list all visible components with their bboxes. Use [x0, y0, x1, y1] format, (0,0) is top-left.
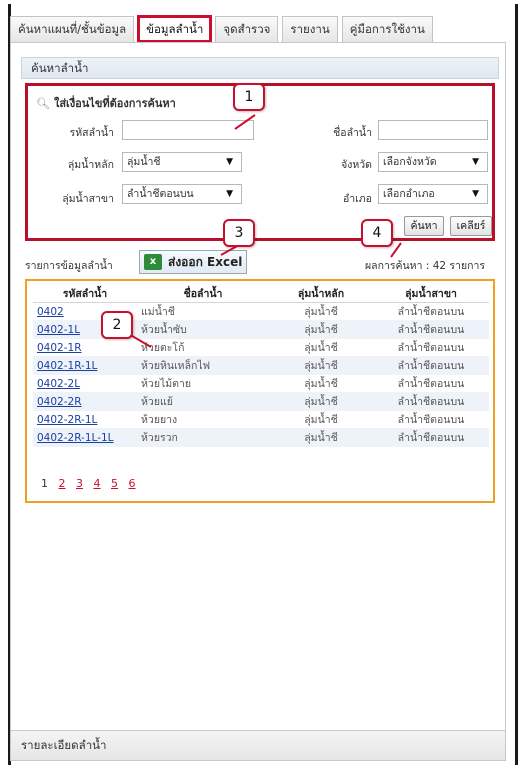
- sub-basin-cell: ลำน้ำชีตอนบน: [373, 356, 489, 375]
- chevron-down-icon: ▼: [226, 189, 233, 199]
- river-code-link[interactable]: 0402-2L: [33, 374, 137, 393]
- page-link[interactable]: 4: [94, 477, 101, 490]
- river-code-label: รหัสลำน้ำ: [69, 127, 114, 139]
- sub-basin-select[interactable]: ลำน้ำชีตอนบน ▼: [122, 184, 242, 204]
- province-value: เลือกจังหวัด: [383, 156, 437, 168]
- column-header[interactable]: ลุ่มน้ำสาขา: [373, 285, 489, 303]
- river-name-cell: ห้วยไม้ตาย: [137, 374, 269, 393]
- page-link[interactable]: 6: [129, 477, 136, 490]
- detail-bar[interactable]: รายละเอียดลำน้ำ: [11, 730, 505, 760]
- sub-basin-value: ลำน้ำชีตอนบน: [127, 188, 194, 200]
- callout-badge-1: 1: [233, 83, 265, 111]
- result-count: ผลการค้นหา : 42 รายการ: [365, 260, 485, 272]
- sub-basin-cell: ลำน้ำชีตอนบน: [373, 374, 489, 393]
- page-link[interactable]: 3: [76, 477, 83, 490]
- province-label: จังหวัด: [341, 159, 372, 171]
- tab-map-search[interactable]: ค้นหาแผนที่/ชั้นข้อมูล: [10, 16, 135, 42]
- province-select[interactable]: เลือกจังหวัด ▼: [378, 152, 488, 172]
- river-code-link[interactable]: 0402-2R-1L-1L: [33, 428, 137, 447]
- main-basin-cell: ลุ่มน้ำชี: [269, 320, 373, 339]
- column-header[interactable]: ชื่อลำน้ำ: [137, 285, 269, 303]
- district-value: เลือกอำเภอ: [383, 188, 435, 200]
- chevron-down-icon: ▼: [226, 157, 233, 167]
- table-row[interactable]: 0402-2L ห้วยไม้ตาย ลุ่มน้ำชี ลำน้ำชีตอนบ…: [33, 374, 489, 393]
- river-name-cell: ห้วยแย้: [137, 392, 269, 411]
- search-heading-text: ใส่เงื่อนไขที่ต้องการค้นหา: [53, 97, 176, 110]
- page-link[interactable]: 5: [111, 477, 118, 490]
- main-basin-select[interactable]: ลุ่มน้ำชี ▼: [122, 152, 242, 172]
- district-select[interactable]: เลือกอำเภอ ▼: [378, 184, 488, 204]
- results-table: รหัสลำน้ำ ชื่อลำน้ำ ลุ่มน้ำหลัก ลุ่มน้ำส…: [33, 285, 489, 447]
- search-heading: 🔍︎ ใส่เงื่อนไขที่ต้องการค้นหา: [36, 94, 176, 112]
- panel-title: ค้นหาลำน้ำ: [21, 57, 499, 79]
- main-basin-cell: ลุ่มน้ำชี: [269, 356, 373, 375]
- table-header-row: รหัสลำน้ำ ชื่อลำน้ำ ลุ่มน้ำหลัก ลุ่มน้ำส…: [33, 285, 489, 303]
- table-row[interactable]: 0402-2R-1L ห้วยยาง ลุ่มน้ำชี ลำน้ำชีตอนบ…: [33, 410, 489, 429]
- table-row[interactable]: 0402-2R ห้วยแย้ ลุ่มน้ำชี ลำน้ำชีตอนบน: [33, 392, 489, 411]
- sub-basin-cell: ลำน้ำชีตอนบน: [373, 320, 489, 339]
- river-code-link[interactable]: 0402-2R: [33, 392, 137, 411]
- page-link[interactable]: 2: [59, 477, 66, 490]
- river-name-label: ชื่อลำน้ำ: [333, 127, 372, 139]
- chevron-down-icon: ▼: [472, 189, 479, 199]
- tab-user-manual[interactable]: คู่มือการใช้งาน: [341, 16, 433, 42]
- river-name-cell: ห้วยยาง: [137, 410, 269, 429]
- main-tabs: ค้นหาแผนที่/ชั้นข้อมูล ข้อมูลลำน้ำ จุดสำ…: [10, 15, 433, 43]
- search-button[interactable]: ค้นหา: [404, 216, 444, 236]
- main-basin-cell: ลุ่มน้ำชี: [269, 428, 373, 447]
- callout-badge-2: 2: [101, 311, 133, 339]
- callout-badge-4: 4: [361, 219, 393, 247]
- main-basin-cell: ลุ่มน้ำชี: [269, 302, 373, 321]
- main-basin-value: ลุ่มน้ำชี: [127, 156, 161, 168]
- callout-badge-3: 3: [223, 219, 255, 247]
- river-name-cell: ห้วยตะโก้: [137, 338, 269, 357]
- river-name-cell: แม่น้ำชี: [137, 302, 269, 321]
- search-icon: 🔍︎: [36, 97, 50, 110]
- district-label: อำเภอ: [342, 193, 372, 205]
- river-code-link[interactable]: 0402-1R: [33, 338, 137, 357]
- river-name-cell: ห้วยรวก: [137, 428, 269, 447]
- main-basin-cell: ลุ่มน้ำชี: [269, 338, 373, 357]
- page-current: 1: [41, 477, 48, 490]
- callout-pointer-1: [234, 114, 256, 130]
- column-header[interactable]: ลุ่มน้ำหลัก: [269, 285, 373, 303]
- tab-reports[interactable]: รายงาน: [282, 16, 338, 42]
- sub-basin-cell: ลำน้ำชีตอนบน: [373, 410, 489, 429]
- table-row[interactable]: 0402-2R-1L-1L ห้วยรวก ลุ่มน้ำชี ลำน้ำชีต…: [33, 428, 489, 447]
- main-basin-cell: ลุ่มน้ำชี: [269, 374, 373, 393]
- river-code-link[interactable]: 0402-2R-1L: [33, 410, 137, 429]
- river-code-link[interactable]: 0402-1R-1L: [33, 356, 137, 375]
- river-name-input[interactable]: [378, 120, 488, 140]
- river-name-cell: ห้วยหินเหล็กไฟ: [137, 356, 269, 375]
- sub-basin-cell: ลำน้ำชีตอนบน: [373, 338, 489, 357]
- sub-basin-label: ลุ่มน้ำสาขา: [62, 193, 114, 205]
- tab-river-data[interactable]: ข้อมูลลำน้ำ: [137, 15, 213, 43]
- main-basin-label: ลุ่มน้ำหลัก: [67, 159, 114, 171]
- river-data-page: ค้นหาลำน้ำ 🔍︎ ใส่เงื่อนไขที่ต้องการค้นหา …: [10, 42, 506, 761]
- list-label: รายการข้อมูลลำน้ำ: [25, 260, 113, 272]
- pagination: 1 2 3 4 5 6: [41, 477, 143, 490]
- main-basin-cell: ลุ่มน้ำชี: [269, 392, 373, 411]
- table-row[interactable]: 0402-1R ห้วยตะโก้ ลุ่มน้ำชี ลำน้ำชีตอนบน: [33, 338, 489, 357]
- excel-icon: x: [144, 254, 162, 270]
- results-grid: รหัสลำน้ำ ชื่อลำน้ำ ลุ่มน้ำหลัก ลุ่มน้ำส…: [25, 279, 495, 503]
- tab-survey-points[interactable]: จุดสำรวจ: [215, 16, 279, 42]
- chevron-down-icon: ▼: [472, 157, 479, 167]
- river-name-cell: ห้วยน้ำซับ: [137, 320, 269, 339]
- main-basin-cell: ลุ่มน้ำชี: [269, 410, 373, 429]
- clear-button[interactable]: เคลียร์: [450, 216, 492, 236]
- export-excel-label: ส่งออก Excel: [168, 255, 243, 269]
- sub-basin-cell: ลำน้ำชีตอนบน: [373, 392, 489, 411]
- sub-basin-cell: ลำน้ำชีตอนบน: [373, 428, 489, 447]
- column-header[interactable]: รหัสลำน้ำ: [33, 285, 137, 303]
- table-row[interactable]: 0402-1R-1L ห้วยหินเหล็กไฟ ลุ่มน้ำชี ลำน้…: [33, 356, 489, 375]
- sub-basin-cell: ลำน้ำชีตอนบน: [373, 302, 489, 321]
